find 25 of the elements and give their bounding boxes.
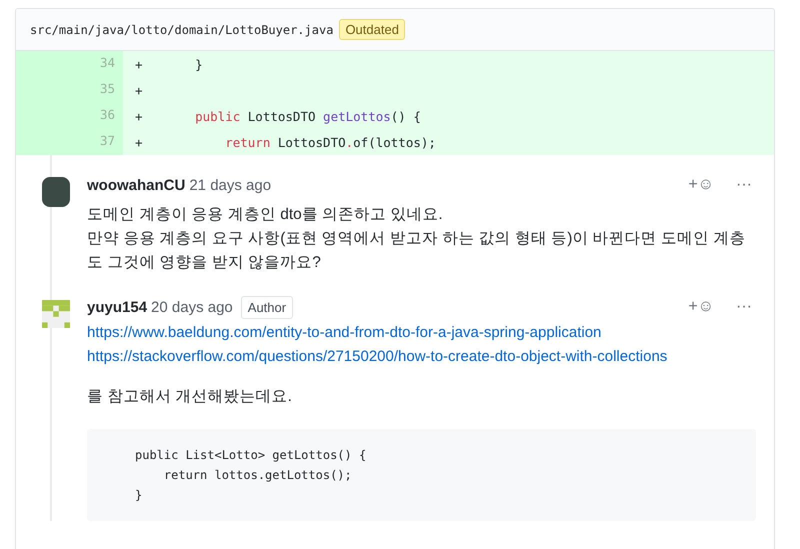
outdated-label: Outdated (339, 19, 405, 40)
author-label: Author (240, 296, 294, 318)
url-link[interactable]: https://stackoverflow.com/questions/27150200/how-to-create-dto-object-with-collections (87, 345, 756, 369)
author-link[interactable]: yuyu154 (87, 298, 148, 316)
line-number: 34 (16, 51, 123, 77)
file-path-link[interactable]: src/main/java/lotto/domain/LottoBuyer.java (30, 22, 334, 36)
comment-text: 도메인 계층이 응용 계층인 dto를 의존하고 있네요. 만약 응용 계층의 요구 사항(표현 영역에서 받고자 하는 값의 형태 등)이 바뀐다면 도메인 계층도 그것에 영향을 받지 않을까요? (87, 205, 746, 273)
avatar-photo-placeholder[interactable] (42, 177, 70, 207)
timestamp-link[interactable]: 21 days ago (189, 176, 272, 194)
code-block-text: public List<Lotto> getLottos() { return lottos.getLottos(); } (135, 447, 368, 504)
line-number: 35 (16, 77, 123, 103)
comment-text: 를 참고해서 개선해봤는데요. (87, 387, 293, 407)
code-line: + public LottosDTO getLottos() { (134, 108, 422, 126)
code-line: + } (134, 56, 204, 74)
url-link[interactable]: https://www.baeldung.com/entity-to-and-from-dto-for-a-java-spring-application (87, 321, 756, 345)
code-line: + (134, 82, 144, 100)
code-line: + return LottosDTO.of(lottos); (134, 134, 437, 152)
timestamp-link[interactable]: 20 days ago (151, 298, 233, 316)
line-number: 36 (16, 103, 123, 129)
more-options-button[interactable]: ··· (732, 298, 756, 316)
add-reaction-button[interactable]: +☺ (684, 298, 718, 316)
author-link[interactable]: woowahanCU (87, 176, 186, 194)
add-reaction-button[interactable]: +☺ (684, 176, 718, 194)
line-number: 37 (16, 129, 123, 155)
more-options-button[interactable]: ··· (732, 176, 756, 194)
